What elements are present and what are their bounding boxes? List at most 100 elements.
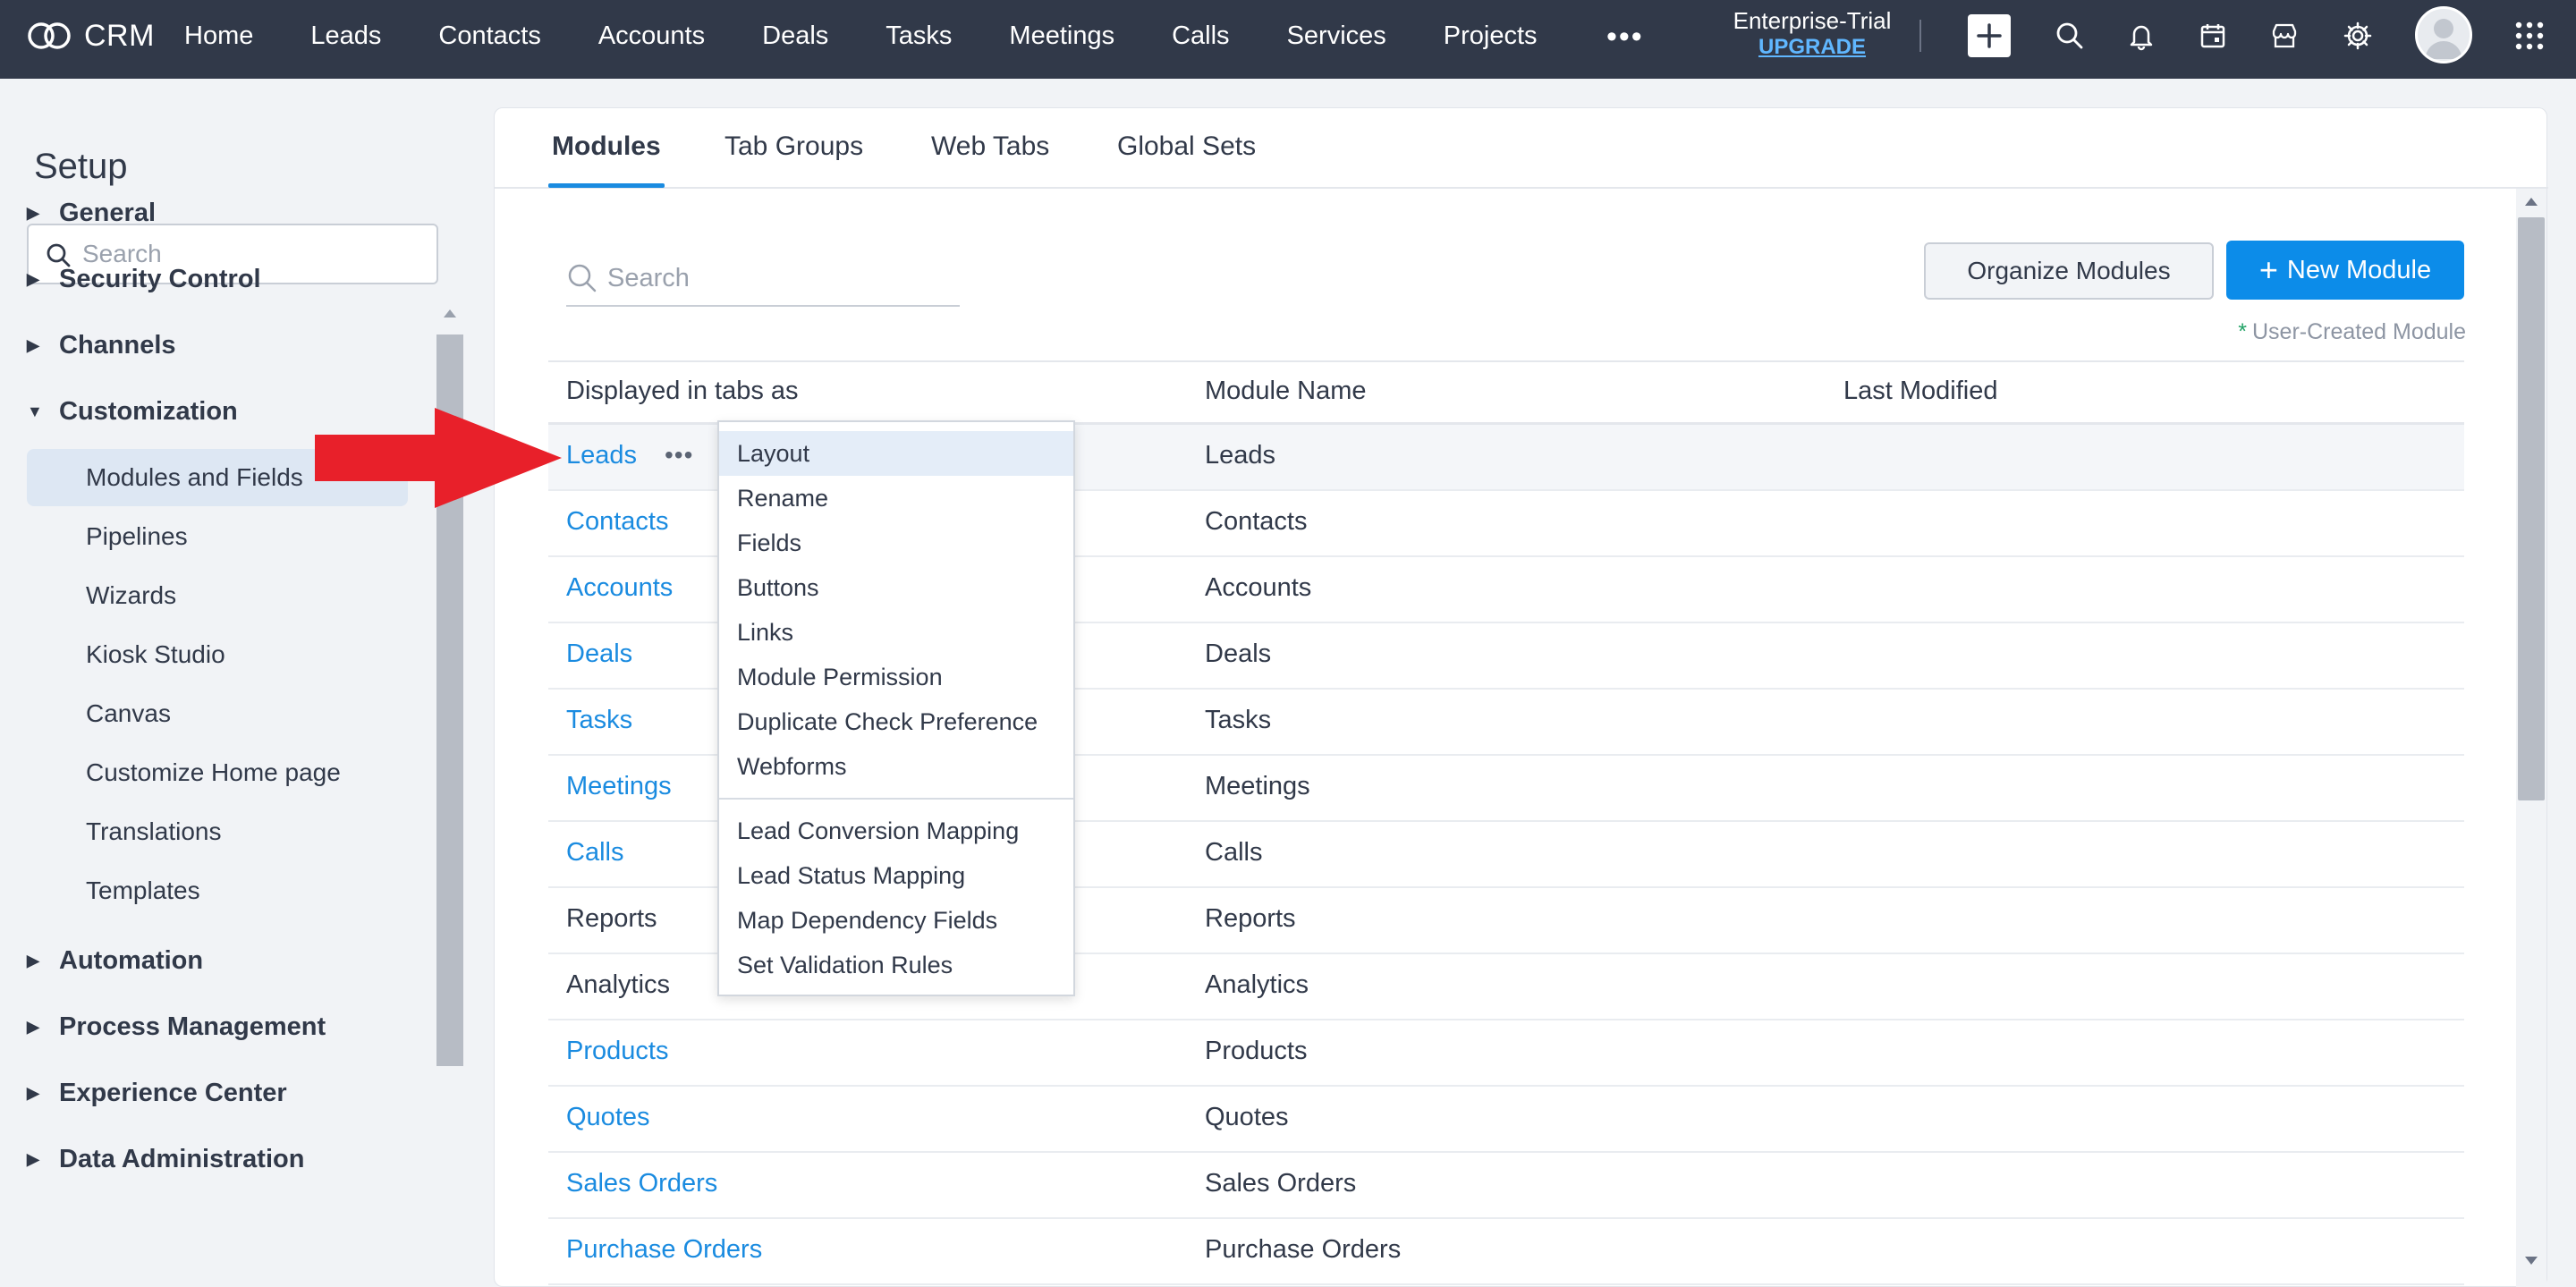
nav-item-services[interactable]: Services	[1287, 21, 1386, 51]
table-row[interactable]: Quotes Quotes	[548, 1087, 2464, 1153]
organize-modules-button[interactable]: Organize Modules	[1924, 242, 2214, 300]
sidebar-item-kiosk-studio[interactable]: Kiosk Studio	[86, 640, 225, 669]
menu-item-module-permission[interactable]: Module Permission	[719, 655, 1073, 699]
row-tab-label[interactable]: Deals	[566, 639, 632, 669]
row-tab-label[interactable]: Contacts	[566, 507, 668, 537]
sidebar-section-customization[interactable]: ▼ Customization	[27, 397, 238, 427]
sidebar-section-label: Security Control	[59, 265, 261, 293]
sidebar-section-channels[interactable]: ▶ Channels	[27, 331, 176, 360]
nav-item-home[interactable]: Home	[184, 21, 253, 51]
caret-right-icon: ▶	[27, 952, 39, 969]
row-tab-label[interactable]: Products	[566, 1037, 668, 1066]
menu-item-buttons[interactable]: Buttons	[719, 565, 1073, 610]
row-tab-label[interactable]: Accounts	[566, 573, 673, 603]
sidebar-item-customize-home-page[interactable]: Customize Home page	[86, 758, 341, 787]
brand[interactable]: CRM	[27, 0, 155, 72]
table-row[interactable]: Purchase Orders Purchase Orders	[548, 1219, 2464, 1285]
settings-button[interactable]	[2338, 16, 2377, 55]
column-header-displayed[interactable]: Displayed in tabs as	[566, 377, 799, 406]
plus-icon	[1977, 23, 2002, 48]
menu-item-rename[interactable]: Rename	[719, 476, 1073, 521]
row-tab-label[interactable]: Leads	[566, 441, 637, 470]
tab-bar: Modules Tab Groups Web Tabs Global Sets	[495, 108, 2548, 189]
row-tab-label[interactable]: Meetings	[566, 772, 672, 801]
menu-item-fields[interactable]: Fields	[719, 521, 1073, 565]
search-icon	[568, 264, 597, 292]
table-row[interactable]: Sales Orders Sales Orders	[548, 1153, 2464, 1219]
scroll-down-icon[interactable]	[2525, 1257, 2538, 1265]
upgrade-link[interactable]: UPGRADE	[1726, 34, 1898, 61]
sidebar-item-wizards[interactable]: Wizards	[86, 581, 176, 610]
menu-item-lead-conversion-mapping[interactable]: Lead Conversion Mapping	[719, 809, 1073, 853]
sidebar-section-label: Data Administration	[59, 1145, 305, 1173]
nav-item-accounts[interactable]: Accounts	[598, 21, 705, 51]
sidebar-section-experience-center[interactable]: ▶ Experience Center	[27, 1079, 287, 1108]
notifications-button[interactable]	[2122, 16, 2161, 55]
menu-item-links[interactable]: Links	[719, 610, 1073, 655]
row-module-name: Sales Orders	[1205, 1169, 1357, 1198]
new-module-button[interactable]: + New Module	[2226, 241, 2464, 300]
more-horizontal-icon[interactable]: •••	[1606, 20, 1644, 55]
more-horizontal-icon[interactable]: •••	[665, 441, 693, 470]
sidebar-section-automation[interactable]: ▶ Automation	[27, 946, 203, 976]
marketplace-button[interactable]	[2265, 16, 2304, 55]
top-navigation-bar: CRM Home Leads Contacts Accounts Deals Tasks M…	[0, 0, 2576, 79]
quick-create-button[interactable]	[1968, 14, 2011, 57]
sidebar-section-general[interactable]: ▶ General	[27, 199, 156, 228]
caret-right-icon: ▶	[27, 1084, 39, 1102]
table-row[interactable]: Products Products	[548, 1020, 2464, 1087]
row-tab-label[interactable]: Calls	[566, 838, 623, 868]
sidebar-section-label: Customization	[59, 397, 238, 426]
sidebar-item-canvas[interactable]: Canvas	[86, 699, 171, 728]
crm-logo-icon	[28, 22, 71, 49]
menu-item-layout[interactable]: Layout	[719, 431, 1073, 476]
menu-item-set-validation-rules[interactable]: Set Validation Rules	[719, 943, 1073, 987]
tab-web-tabs[interactable]: Web Tabs	[931, 131, 1049, 162]
tab-tab-groups[interactable]: Tab Groups	[724, 131, 863, 162]
nav-item-deals[interactable]: Deals	[762, 21, 828, 51]
menu-item-lead-status-mapping[interactable]: Lead Status Mapping	[719, 853, 1073, 898]
sidebar-item-templates[interactable]: Templates	[86, 876, 200, 905]
table-header: Displayed in tabs as Module Name Last Mo…	[548, 360, 2464, 425]
nav-item-calls[interactable]: Calls	[1172, 21, 1229, 51]
row-tab-label[interactable]: Purchase Orders	[566, 1235, 762, 1265]
row-tab-label[interactable]: Sales Orders	[566, 1169, 717, 1198]
trial-label: Enterprise-Trial	[1733, 7, 1892, 34]
column-header-last-modified[interactable]: Last Modified	[1843, 377, 1998, 406]
column-header-module-name[interactable]: Module Name	[1205, 377, 1367, 406]
row-tab-label[interactable]: Quotes	[566, 1103, 650, 1132]
nav-item-projects[interactable]: Projects	[1444, 21, 1538, 51]
scroll-up-icon[interactable]	[444, 309, 456, 318]
module-search-input[interactable]	[607, 260, 947, 296]
row-tab-label: Analytics	[566, 970, 671, 999]
main-scroll-thumb[interactable]	[2518, 217, 2545, 800]
nav-item-contacts[interactable]: Contacts	[438, 21, 540, 51]
menu-item-duplicate-check-preference[interactable]: Duplicate Check Preference	[719, 699, 1073, 744]
nav-item-meetings[interactable]: Meetings	[1009, 21, 1114, 51]
sidebar-item-translations[interactable]: Translations	[86, 817, 221, 846]
tab-modules[interactable]: Modules	[552, 131, 661, 162]
main-nav: Home Leads Contacts Accounts Deals Tasks Meeti…	[184, 0, 1595, 72]
apps-grid-icon[interactable]	[2513, 20, 2546, 52]
caret-right-icon: ▶	[27, 270, 39, 288]
module-search[interactable]	[566, 253, 960, 307]
calendar-button[interactable]	[2193, 16, 2233, 55]
menu-item-map-dependency-fields[interactable]: Map Dependency Fields	[719, 898, 1073, 943]
menu-item-webforms[interactable]: Webforms	[719, 744, 1073, 789]
caret-right-icon: ▶	[27, 336, 39, 354]
scroll-up-icon[interactable]	[2525, 198, 2538, 206]
sidebar-section-data-administration[interactable]: ▶ Data Administration	[27, 1145, 304, 1174]
nav-item-leads[interactable]: Leads	[310, 21, 381, 51]
row-module-name: Contacts	[1205, 507, 1308, 536]
sidebar-item-modules-and-fields[interactable]: Modules and Fields	[86, 463, 303, 492]
row-module-name: Calls	[1205, 838, 1263, 867]
sidebar-item-pipelines[interactable]: Pipelines	[86, 522, 188, 551]
avatar[interactable]	[2415, 6, 2472, 64]
search-button[interactable]	[2050, 16, 2089, 55]
sidebar-section-security-control[interactable]: ▶ Security Control	[27, 265, 261, 294]
nav-item-tasks[interactable]: Tasks	[886, 21, 952, 51]
sidebar-section-process-management[interactable]: ▶ Process Management	[27, 1012, 326, 1042]
caret-right-icon: ▶	[27, 1018, 39, 1036]
tab-global-sets[interactable]: Global Sets	[1117, 131, 1256, 162]
row-tab-label[interactable]: Tasks	[566, 706, 632, 735]
